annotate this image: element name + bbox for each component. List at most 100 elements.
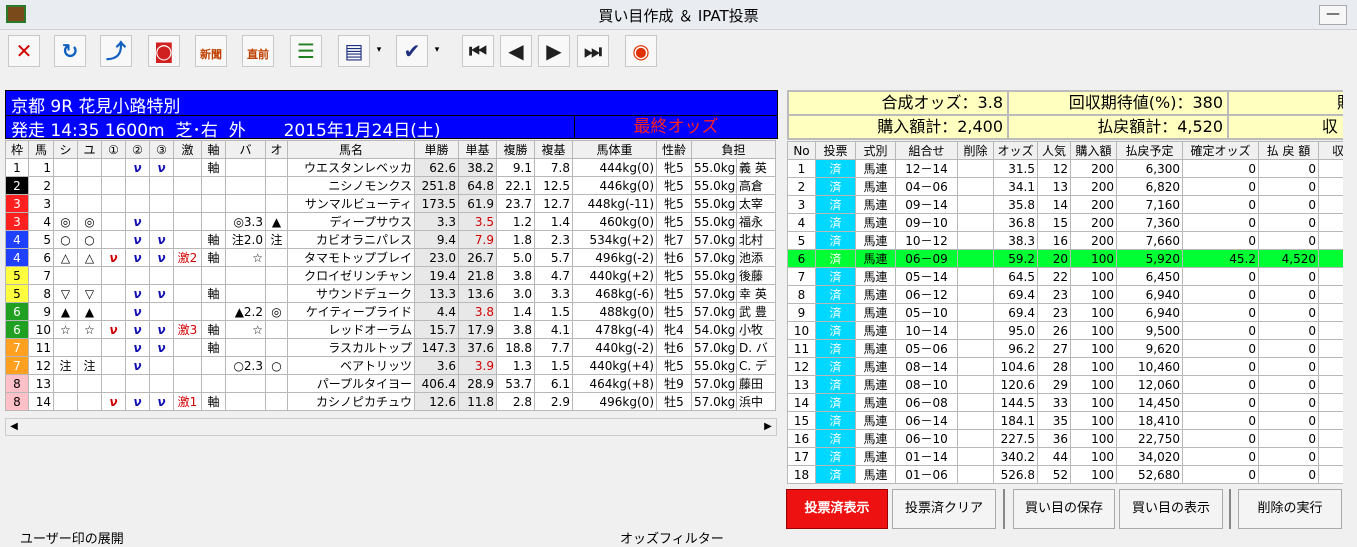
disk-button[interactable]: ◙ [148, 35, 180, 67]
horse-col-header[interactable]: 激 [174, 141, 202, 159]
horse-row[interactable]: 22ニシノモンクス251.864.822.112.5446kg(0)牝555.0… [6, 177, 776, 195]
save-bets-button[interactable]: 買い目の保存 [1013, 489, 1115, 529]
horse-row[interactable]: 33サンマルビューティ173.561.923.712.7448kg(-11)牝5… [6, 195, 776, 213]
bet-row[interactable]: 13済馬連08－10120.62910012,06000 [788, 376, 1357, 394]
horse-row[interactable]: 57クロイゼリンチャン19.421.83.84.7440kg(+2)牝555.0… [6, 267, 776, 285]
horse-col-header[interactable]: オ [266, 141, 288, 159]
bet-col-header[interactable]: 確定オッズ [1183, 142, 1259, 160]
horizontal-scrollbar[interactable]: ◀ ▶ [5, 418, 777, 436]
bet-row[interactable]: 11済馬連05－0696.2271009,62000 [788, 340, 1357, 358]
horse-col-header[interactable]: 馬名 [288, 141, 415, 159]
return-button[interactable]: ⤴ [100, 35, 132, 67]
vote-dropdown-icon[interactable]: ▾ [432, 45, 442, 57]
prev-button[interactable]: ◀ [500, 35, 532, 67]
vote-button[interactable]: ✔ [396, 35, 428, 67]
bet-row[interactable]: 2済馬連04－0634.1132006,82000 [788, 178, 1357, 196]
refresh-button[interactable]: ↻ [54, 35, 86, 67]
bet-col-header[interactable]: 払 戻 額 [1259, 142, 1319, 160]
bet-col-header[interactable]: 払戻予定 [1117, 142, 1183, 160]
horse-cell-tan: 15.7 [415, 321, 459, 339]
bet-row[interactable]: 5済馬連10－1238.3162007,66000 [788, 232, 1357, 250]
bet-col-header[interactable]: 投票 [816, 142, 856, 160]
show-voted-button[interactable]: 投票済表示 [786, 489, 888, 529]
horse-row[interactable]: 34◎◎ν◎3.3▲ディープサウス3.33.51.21.4460kg(0)牝55… [6, 213, 776, 231]
next-button[interactable]: ▶ [538, 35, 570, 67]
bet-cell-type: 馬連 [856, 394, 896, 412]
bet-col-header[interactable]: 式別 [856, 142, 896, 160]
horse-cell-name: ディープサウス [288, 213, 415, 231]
bet-row[interactable]: 3済馬連09－1435.8142007,16000 [788, 196, 1357, 214]
horse-col-header[interactable]: 負担 [692, 141, 776, 159]
minimize-button[interactable]: — [1319, 5, 1347, 25]
bet-col-header[interactable]: 組合せ [896, 142, 958, 160]
bet-cell-fixed: 0 [1183, 178, 1259, 196]
execute-delete-button[interactable]: 削除の実行 [1238, 489, 1342, 529]
horse-col-header[interactable]: 馬 [29, 141, 54, 159]
bet-row[interactable]: 16済馬連06－10227.53610022,75000 [788, 430, 1357, 448]
first-button[interactable]: ⏮ [462, 35, 494, 67]
horse-col-header[interactable]: ユ [78, 141, 102, 159]
horse-cell-weight: 496kg(-2) [573, 249, 657, 267]
bet-row[interactable]: 15済馬連06－14184.13510018,41000 [788, 412, 1357, 430]
horse-row[interactable]: 46△△ννν激2軸☆タマモトップブレイ23.026.75.05.7496kg(… [6, 249, 776, 267]
bet-row[interactable]: 12済馬連08－14104.62810010,46000 [788, 358, 1357, 376]
bet-row[interactable]: 9済馬連05－1069.4231006,94000 [788, 304, 1357, 322]
bet-col-header[interactable]: 削除 [958, 142, 994, 160]
horse-row[interactable]: 711νν軸ラスカルトップ147.337.618.87.7440kg(-2)牡6… [6, 339, 776, 357]
clear-voted-button[interactable]: 投票済クリア [892, 489, 996, 529]
horse-row[interactable]: 814ννν激1軸カシノピカチュウ12.611.82.82.9496kg(0)牡… [6, 393, 776, 411]
horse-col-header[interactable]: 性齢 [657, 141, 692, 159]
bet-col-header[interactable]: 購入額 [1071, 142, 1117, 160]
horse-cell-load: 55.0kg [692, 195, 737, 213]
horse-row[interactable]: 11νν軸ウエスタンレベッカ62.638.29.17.8444kg(0)牝555… [6, 159, 776, 177]
pre-race-button[interactable]: 直前 [242, 35, 274, 67]
horse-row[interactable]: 712注注ν○2.3○ベアトリッツ3.63.91.31.5440kg(+4)牝5… [6, 357, 776, 375]
bet-row[interactable]: 18済馬連01－06526.85210052,68000 [788, 466, 1357, 484]
horse-cell-fuku: 3.8 [497, 267, 535, 285]
bet-col-header[interactable]: No [788, 142, 816, 160]
horse-cell-load: 57.0kg [692, 285, 737, 303]
horse-col-header[interactable]: ① [102, 141, 126, 159]
scroll-right-icon[interactable]: ▶ [761, 420, 775, 434]
scroll-left-icon[interactable]: ◀ [7, 420, 21, 434]
horse-cell-o: 注 [266, 231, 288, 249]
bet-row[interactable]: 6済馬連06－0959.2201005,92045.24,520 [788, 250, 1357, 268]
bet-row[interactable]: 1済馬連12－1431.5122006,30000 [788, 160, 1357, 178]
horse-col-header[interactable]: ② [126, 141, 150, 159]
horse-col-header[interactable]: 単基 [459, 141, 497, 159]
horse-col-header[interactable]: バ [226, 141, 266, 159]
bet-cell-type: 馬連 [856, 466, 896, 484]
horse-col-header[interactable]: シ [54, 141, 78, 159]
checklist-dropdown-icon[interactable]: ▾ [374, 45, 384, 57]
power-button[interactable]: ◉ [625, 35, 657, 67]
horse-row[interactable]: 58▽▽νν軸サウンドデューク13.313.63.03.3468kg(-6)牡5… [6, 285, 776, 303]
show-bets-button[interactable]: 買い目の表示 [1119, 489, 1223, 529]
horse-col-header[interactable]: 単勝 [415, 141, 459, 159]
bet-row[interactable]: 17済馬連01－14340.24410034,02000 [788, 448, 1357, 466]
horse-col-header[interactable]: 複勝 [497, 141, 535, 159]
horse-col-header[interactable]: ③ [150, 141, 174, 159]
horse-row[interactable]: 610☆☆ννν激3軸☆レッドオーラム15.717.93.84.1478kg(-… [6, 321, 776, 339]
bet-col-header[interactable]: 人気 [1038, 142, 1071, 160]
bet-cell-buy: 100 [1071, 430, 1117, 448]
last-button[interactable]: ⏭ [577, 35, 609, 67]
checklist-button[interactable]: ▤ [338, 35, 370, 67]
horse-row[interactable]: 69▲▲ν▲2.2◎ケイティープライド4.43.81.41.5488kg(0)牡… [6, 303, 776, 321]
bet-row[interactable]: 8済馬連06－1269.4231006,94000 [788, 286, 1357, 304]
horse-row[interactable]: 45○○νν軸注2.0注カビオラニパレス9.47.91.82.3534kg(+2… [6, 231, 776, 249]
close-button[interactable]: ✕ [8, 35, 40, 67]
horse-col-header[interactable]: 軸 [202, 141, 226, 159]
bet-cell-combo: 06－08 [896, 394, 958, 412]
horse-col-header[interactable]: 枠 [6, 141, 29, 159]
bet-row[interactable]: 4済馬連09－1036.8152007,36000 [788, 214, 1357, 232]
horse-col-header[interactable]: 複基 [535, 141, 573, 159]
bet-row[interactable]: 7済馬連05－1464.5221006,45000 [788, 268, 1357, 286]
vertical-scrollbar[interactable] [1343, 54, 1357, 534]
news-button[interactable]: 新聞 [195, 35, 227, 67]
list-button[interactable]: ☰ [290, 35, 322, 67]
bet-row[interactable]: 10済馬連10－1495.0261009,50000 [788, 322, 1357, 340]
bet-col-header[interactable]: オッズ [994, 142, 1038, 160]
horse-row[interactable]: 813パープルタイヨー406.428.953.76.1464kg(+8)牡957… [6, 375, 776, 393]
bet-row[interactable]: 14済馬連06－08144.53310014,45000 [788, 394, 1357, 412]
horse-col-header[interactable]: 馬体重 [573, 141, 657, 159]
